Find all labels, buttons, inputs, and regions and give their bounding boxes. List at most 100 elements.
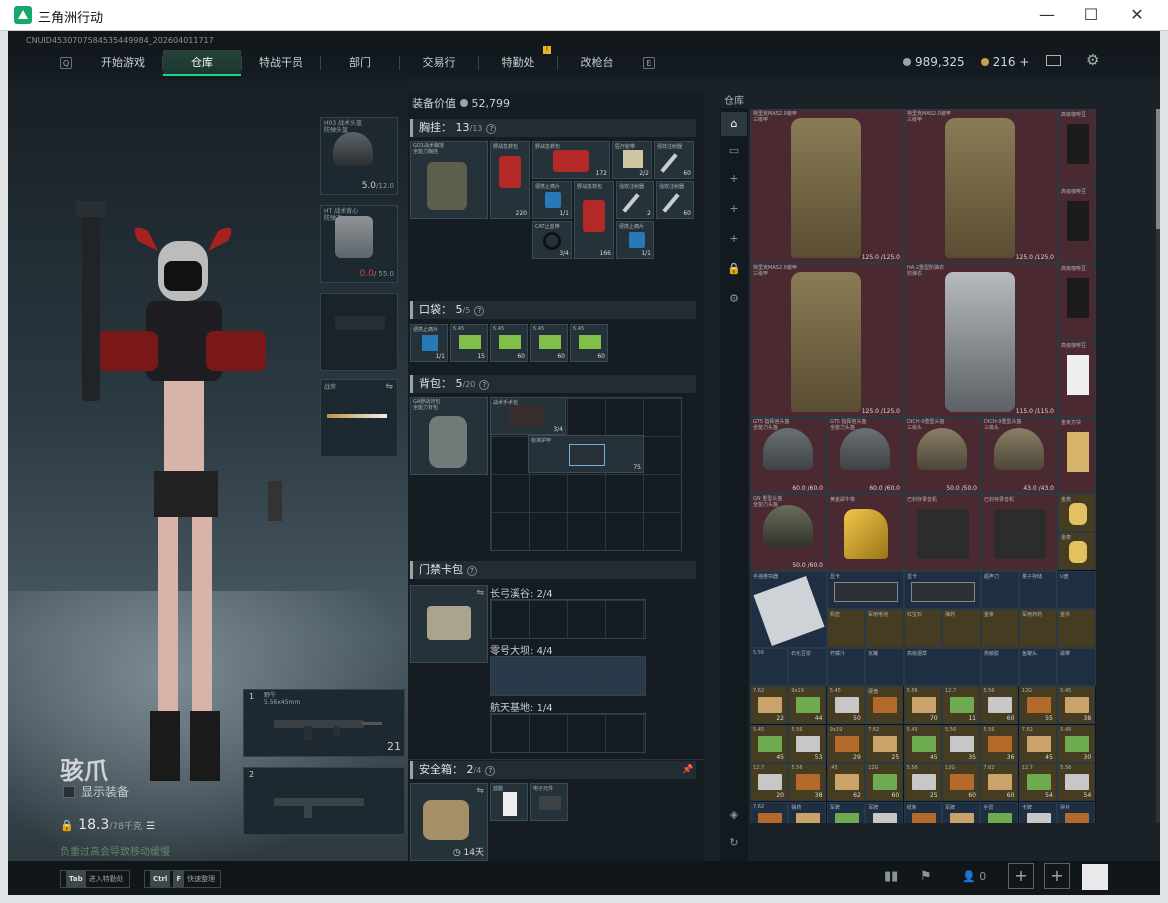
swap-icon[interactable]: ⇋ bbox=[385, 382, 393, 392]
swap-icon[interactable]: ⇋ bbox=[476, 786, 484, 796]
melee-slot[interactable]: 战斧 ⇋ bbox=[320, 379, 398, 457]
warehouse-row-10[interactable]: 机密 bbox=[827, 609, 865, 648]
help-icon[interactable]: ? bbox=[486, 124, 497, 134]
warehouse-row-15[interactable]: 军用炸药 bbox=[1019, 609, 1057, 648]
stats-icon[interactable]: ▮▮ bbox=[884, 869, 898, 884]
warehouse-ammo-item[interactable]: 纸条 bbox=[903, 801, 942, 823]
pocket-slot-3[interactable]: 5.45 60 bbox=[490, 324, 528, 362]
help-icon[interactable]: ? bbox=[485, 766, 496, 776]
invite-slot-1[interactable]: + bbox=[1008, 863, 1034, 889]
minimize-button[interactable]: — bbox=[1027, 3, 1067, 27]
warehouse-scroll-thumb[interactable] bbox=[1156, 109, 1160, 229]
warehouse-ammo-item[interactable]: 军牌 bbox=[942, 801, 980, 823]
warehouse-row-17[interactable]: 5.56 bbox=[750, 648, 788, 686]
recycle-icon[interactable]: ↻ bbox=[726, 836, 742, 852]
warehouse-ammo-item[interactable]: 12G 60 bbox=[865, 763, 904, 801]
maximize-button[interactable]: ☐ bbox=[1071, 3, 1111, 27]
backpack-slot-2[interactable]: 标准护甲 75 bbox=[528, 435, 644, 473]
keycard-grid-3[interactable] bbox=[490, 713, 646, 753]
warehouse-ammo-item[interactable]: 5.45 30 bbox=[1057, 724, 1096, 763]
warehouse-ammo-item[interactable]: 12.7 20 bbox=[750, 763, 788, 801]
warehouse-row-9[interactable]: U盘 bbox=[1057, 571, 1096, 609]
show-equipment-toggle[interactable]: 显示装备 bbox=[63, 783, 129, 800]
chest-slot-9[interactable]: CAT止血带 3/4 bbox=[532, 221, 572, 259]
warehouse-helmet-1[interactable]: GT5 指挥官头盔 全能力头盔 60.0 /60.0 bbox=[750, 417, 827, 494]
warehouse-side-4[interactable]: 高级咖啡豆 bbox=[1058, 340, 1096, 417]
warehouse-row-22[interactable]: 热敏胶 bbox=[981, 648, 1019, 686]
warehouse-side-7[interactable]: 金表 bbox=[1058, 532, 1096, 570]
gold-coins[interactable]: 216 + bbox=[980, 55, 1029, 69]
warehouse-ammo-item[interactable]: 9x19 44 bbox=[788, 686, 827, 724]
flag-icon[interactable]: ⚑ bbox=[920, 869, 932, 884]
warehouse-ammo-item[interactable]: 5.56 54 bbox=[1057, 763, 1096, 801]
pocket-slot-1[interactable]: 便携止痛片 1/1 bbox=[410, 324, 448, 362]
tab-trade[interactable]: 交易行 bbox=[400, 50, 478, 76]
warehouse-ammo-item[interactable]: 5.56 35 bbox=[942, 724, 980, 763]
lock-icon[interactable]: 🔒 bbox=[726, 262, 742, 278]
warehouse-helmet-5[interactable]: GN 重型头盔 全能力头盔 50.0 /60.0 bbox=[750, 494, 827, 571]
warehouse-ammo-item[interactable]: 5.56 38 bbox=[788, 763, 827, 801]
add-page-icon-2[interactable]: + bbox=[726, 202, 742, 218]
warehouse-ammo-item[interactable]: 7.62 60 bbox=[980, 763, 1019, 801]
gun-filter-icon[interactable]: ▭ bbox=[726, 144, 742, 160]
add-page-icon[interactable]: + bbox=[726, 172, 742, 188]
warehouse-armor-1[interactable]: 特里克MAS2.0装甲 三级甲 125.0 /125.0 bbox=[750, 109, 904, 263]
warehouse-ammo-item[interactable]: 碎片 bbox=[1057, 801, 1096, 823]
warehouse-row-20[interactable]: 瓦罐 bbox=[865, 648, 904, 686]
warehouse-helmet-2[interactable]: GT5 指挥官头盔 全能力头盔 60.0 /60.0 bbox=[827, 417, 904, 494]
warehouse-row-3[interactable]: 已封存录音机 bbox=[981, 494, 1058, 571]
warehouse-row-23[interactable]: 鱼罐头 bbox=[1019, 648, 1057, 686]
tab-department[interactable]: 部门 bbox=[321, 50, 399, 76]
checkbox[interactable] bbox=[63, 785, 75, 798]
help-icon[interactable]: ? bbox=[467, 566, 477, 576]
chest-slot-8[interactable]: 强效注射器 60 bbox=[656, 181, 694, 219]
warehouse-side-3[interactable]: 高级咖啡豆 bbox=[1058, 263, 1096, 340]
warehouse-ammo-item[interactable]: 12.7 11 bbox=[942, 686, 980, 724]
warehouse-row-1[interactable]: 黄金犀牛像 bbox=[827, 494, 904, 571]
chest-slot-4[interactable]: 强效注射器 60 bbox=[654, 141, 694, 179]
secondary-weapon-slot[interactable]: 2 bbox=[243, 767, 405, 835]
settings-gear-icon[interactable]: ⚙ bbox=[1086, 51, 1099, 69]
backpack-item[interactable]: GA野战背包 全能力背包 bbox=[410, 397, 488, 475]
pin-icon[interactable]: 📌 bbox=[682, 765, 693, 775]
warehouse-ammo-item[interactable]: 5.45 45 bbox=[903, 724, 942, 763]
warehouse-ammo-item[interactable]: 军牌 bbox=[865, 801, 904, 823]
primary-weapon-slot[interactable]: 1 野牛 5.56x45mm 21 bbox=[243, 689, 405, 757]
warehouse-ammo-item[interactable]: 7.62 45 bbox=[1018, 724, 1057, 763]
pocket-slot-2[interactable]: 5.45 15 bbox=[450, 324, 488, 362]
warehouse-row-2[interactable]: 已封存录音机 bbox=[904, 494, 981, 571]
safe-box[interactable]: ⇋ ◷ 14天 bbox=[410, 783, 488, 861]
warehouse-side-6[interactable]: 金表 bbox=[1058, 494, 1096, 532]
warehouse-armor-3[interactable]: 特里克MAS2.0装甲 三级甲 125.0 /125.0 bbox=[750, 263, 904, 417]
list-icon[interactable]: ☰ bbox=[146, 821, 155, 832]
pocket-slot-5[interactable]: 5.45 60 bbox=[570, 324, 608, 362]
help-icon[interactable]: ? bbox=[474, 306, 485, 316]
safe-slot-2[interactable]: 电子元件 bbox=[530, 783, 568, 821]
tab-gunsmith[interactable]: 改枪台 bbox=[558, 50, 636, 76]
warehouse-ammo-item[interactable]: 7.626 bbox=[750, 801, 788, 823]
warehouse-ammo-item[interactable]: 5.56 53 bbox=[788, 724, 827, 763]
warehouse-row-13[interactable]: 弹药 bbox=[942, 609, 981, 648]
warehouse-helmet-4[interactable]: DICH-9重型头盔 三级头 43.0 /43.0 bbox=[981, 417, 1058, 494]
warehouse-row-11[interactable]: 军用电池 bbox=[865, 609, 904, 648]
chest-slot-10[interactable]: 便携止痛片 1/1 bbox=[616, 221, 654, 259]
warehouse-row-7[interactable]: 超声刀 bbox=[981, 571, 1019, 609]
warehouse-row-8[interactable]: 量子存储 bbox=[1019, 571, 1057, 609]
warehouse-ammo-item[interactable]: 5.45 50 bbox=[826, 686, 865, 724]
warehouse-ammo-item[interactable]: 弹药 bbox=[788, 801, 827, 823]
warehouse-row-4[interactable]: 手摇卷帘器 bbox=[750, 571, 827, 648]
chest-slot-2[interactable]: 野战急救包 172 bbox=[532, 141, 610, 179]
warehouse-row-18[interactable]: 石化豆浆 bbox=[788, 648, 827, 686]
help-icon[interactable]: ? bbox=[479, 380, 490, 390]
chest-slot-3[interactable]: 医疗胶带 2/2 bbox=[612, 141, 652, 179]
warehouse-armor-4[interactable]: HA-2重型防弹衣 防弹衣 115.0 /115.0 bbox=[904, 263, 1058, 417]
warehouse-ammo-item[interactable]: 5.56 25 bbox=[903, 763, 942, 801]
mail-icon[interactable] bbox=[1046, 55, 1061, 66]
avatar[interactable] bbox=[1082, 864, 1108, 890]
warehouse-ammo-item[interactable]: 7.62 22 bbox=[750, 686, 788, 724]
keycard-grid-2[interactable] bbox=[490, 656, 646, 696]
pocket-slot-4[interactable]: 5.45 60 bbox=[530, 324, 568, 362]
swap-icon[interactable]: ⇋ bbox=[476, 588, 484, 598]
warehouse-row-14[interactable]: 金条 bbox=[981, 609, 1019, 648]
invite-slot-2[interactable]: + bbox=[1044, 863, 1070, 889]
